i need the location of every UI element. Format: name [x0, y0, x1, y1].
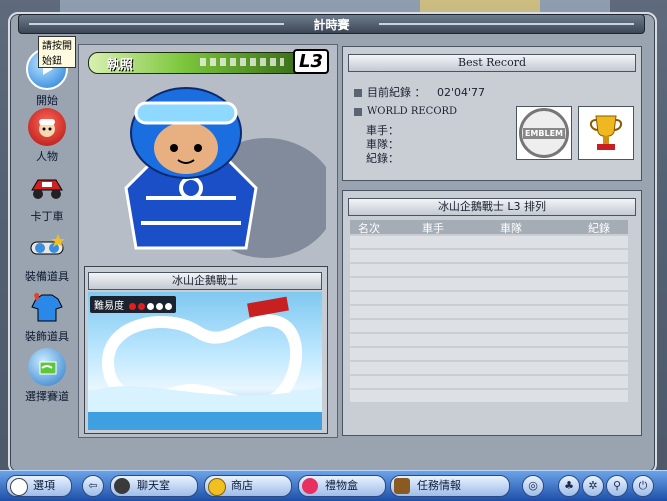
start-tooltip: 請按開始鈕: [38, 36, 76, 68]
difficulty-dots: [127, 301, 173, 312]
gift-box-label: 禮物盒: [325, 479, 358, 492]
table-row: [350, 264, 628, 276]
taskbar: 選項 ⇦ 聊天室 商店 禮物盒 任務情報 ◎ ♣ ✲ ⚲ ⏻: [0, 470, 667, 501]
character-kart-image: [86, 78, 336, 258]
mission-info-label: 任務情報: [417, 479, 461, 492]
difficulty-dot: [147, 302, 155, 310]
character-icon: [28, 108, 66, 146]
sidebar-item-label: 人物: [36, 150, 58, 163]
difficulty-dot: [138, 302, 146, 310]
options-label: 選項: [33, 479, 55, 492]
table-row: [350, 306, 628, 318]
table-row: [350, 292, 628, 304]
sidebar-item-label: 裝備道具: [25, 270, 69, 283]
best-record-header: Best Record: [348, 54, 636, 72]
difficulty-dot: [129, 302, 137, 310]
col-driver: 車手: [422, 222, 444, 235]
difficulty-dot: [165, 302, 173, 310]
mission-info-button[interactable]: 任務情報: [390, 475, 510, 497]
sidebar-item-equipment[interactable]: 裝備道具: [18, 228, 76, 284]
sidebar-item-kart[interactable]: 卡丁車: [18, 168, 76, 224]
goggles-icon: [28, 228, 66, 266]
sidebar-item-label: 裝飾道具: [25, 330, 69, 343]
license-stripes: [200, 58, 284, 66]
coin-icon: [208, 478, 226, 496]
difficulty-indicator: 難易度: [90, 296, 177, 313]
bullet-square: [354, 107, 362, 116]
kart-icon: [28, 168, 66, 206]
table-row: [350, 348, 628, 360]
world-record-time-label: 紀錄：: [366, 152, 399, 165]
settings-icon[interactable]: ✲: [582, 475, 604, 497]
table-row: [350, 334, 628, 346]
shop-label: 商店: [231, 479, 253, 492]
table-row: [350, 236, 628, 248]
emblem-badge: EMBLEM: [516, 106, 572, 160]
license-level: L3: [293, 49, 329, 74]
sidebar-item-character[interactable]: 人物: [18, 108, 76, 164]
sidebar: 開始 請按開始鈕 人物 卡丁車 裝備道具 裝飾道具 選擇賽道: [18, 36, 76, 435]
sidebar-item-decoration[interactable]: 裝飾道具: [18, 288, 76, 344]
difficulty-label: 難易度: [94, 301, 124, 312]
col-team: 車隊: [500, 222, 522, 235]
track-icon: [28, 348, 66, 386]
col-rank: 名次: [358, 222, 380, 235]
back-arrow-icon[interactable]: ⇦: [82, 475, 104, 497]
my-record-label: 目前紀錄 ：: [367, 86, 426, 99]
table-row: [350, 376, 628, 388]
col-record: 紀錄: [588, 222, 610, 235]
table-row: [350, 362, 628, 374]
outfit-icon: [28, 288, 66, 326]
track-name-header: 冰山企鵝戰士: [88, 272, 322, 290]
sidebar-item-select-track[interactable]: 選擇賽道: [18, 348, 76, 404]
world-record-label: WORLD RECORD: [367, 106, 458, 117]
license-label: 執照: [107, 58, 134, 73]
world-record-row: WORLD RECORD: [354, 106, 457, 117]
window-title: 計時賽: [313, 18, 350, 32]
options-button[interactable]: 選項: [6, 475, 72, 497]
chat-room-label: 聊天室: [137, 479, 170, 492]
table-row: [350, 390, 628, 402]
my-record-value: 02'04'77: [437, 86, 486, 99]
my-record-row: 目前紀錄 ： 02'04'77: [354, 84, 485, 100]
window-titlebar: 計時賽: [18, 14, 645, 34]
book-icon: [394, 478, 410, 494]
ranking-table-header: 名次 車手 車隊 紀錄: [350, 220, 628, 235]
compass-icon[interactable]: ◎: [522, 475, 544, 497]
gift-box-button[interactable]: 禮物盒: [298, 475, 386, 497]
table-row: [350, 320, 628, 332]
community-icon[interactable]: ♣: [558, 475, 580, 497]
sidebar-item-label: 開始: [36, 94, 58, 107]
gift-icon: [302, 478, 318, 494]
options-icon: [10, 478, 28, 496]
emblem-text: EMBLEM: [522, 127, 566, 139]
ranking-table: 名次 車手 車隊 紀錄: [350, 220, 628, 406]
sidebar-item-label: 卡丁車: [30, 210, 64, 223]
chat-icon: [114, 478, 130, 494]
bullet-square: [354, 89, 362, 97]
table-row: [350, 250, 628, 262]
power-icon[interactable]: ⏻: [632, 475, 654, 497]
chat-room-button[interactable]: 聊天室: [110, 475, 198, 497]
shop-button[interactable]: 商店: [204, 475, 292, 497]
trophy-icon: [578, 106, 634, 160]
difficulty-dot: [156, 302, 164, 310]
sidebar-item-label: 選擇賽道: [25, 390, 69, 403]
ranking-header: 冰山企鵝戰士 L3 排列: [348, 198, 636, 216]
search-icon[interactable]: ⚲: [606, 475, 628, 497]
table-row: [350, 278, 628, 290]
